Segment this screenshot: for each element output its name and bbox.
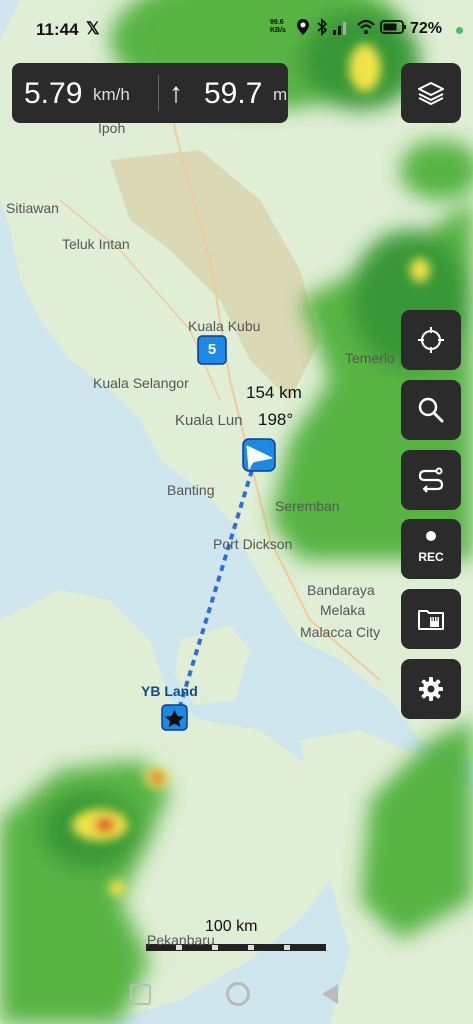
layers-icon [418,82,444,105]
map-view[interactable] [0,0,473,1024]
battery-level: 72% [410,20,443,37]
place-label: Kuala Lun [175,412,243,429]
cluster-count[interactable]: 5 [198,341,226,358]
wifi-icon [357,19,375,34]
place-label: Sitiawan [6,200,59,216]
place-label: Malacca City [300,624,381,640]
location-icon [297,19,309,35]
place-label: Melaka [320,602,366,618]
net-speed: 99.6 KB/s [270,19,286,35]
x-logo-icon: 𝕏 [86,19,100,38]
route-button[interactable] [401,450,461,510]
layers-button[interactable] [401,63,461,123]
bearing-label: 198° [258,410,294,429]
recents-icon[interactable] [130,984,151,1005]
files-button[interactable] [401,589,461,649]
place-label: Port Dickson [213,536,293,552]
poi-label[interactable]: YB Land [141,683,198,699]
place-label: Teluk Intan [62,236,130,252]
distance-label: 154 km [246,383,302,402]
back-icon[interactable] [322,984,338,1004]
speed-altitude-panel[interactable]: 5.79 km/h ↑ 59.7 m [12,63,288,123]
search-button[interactable] [401,380,461,440]
active-dot [456,27,463,34]
record-label: REC [418,550,444,564]
status-time: 11:44 [36,20,79,39]
signal-icon [333,22,346,35]
place-label: Kuala Selangor [93,375,189,391]
gear-icon [419,677,443,701]
search-icon [418,397,444,423]
speed-unit: km/h [93,85,130,104]
place-label: Bandaraya [307,582,375,598]
record-button[interactable]: REC [401,519,461,579]
net-speed-value: 99.6 [270,19,284,26]
route-icon [418,467,444,493]
battery-icon [380,20,406,34]
altitude-value: 59.7 [204,77,263,110]
settings-button[interactable] [401,659,461,719]
record-dot-icon [426,531,436,541]
arrow-up-icon: ↑ [169,77,183,108]
sd-card-folder-icon [418,610,444,630]
crosshair-icon [418,327,444,353]
home-icon[interactable] [226,982,250,1006]
status-bar: 11:44 𝕏 99.6 KB/s 72% [0,0,473,56]
speed-value: 5.79 [24,77,83,110]
panel-divider [158,75,159,111]
altitude-unit: m [273,85,288,104]
bluetooth-icon [317,18,328,36]
navigation-arrow-icon [242,438,276,472]
net-speed-unit: KB/s [270,27,286,34]
place-label: Banting [167,482,215,498]
star-icon [161,704,188,731]
place-label: Seremban [275,498,340,514]
scale-label: 100 km [205,918,258,935]
place-label: Temerlo [345,350,395,366]
place-label: Kuala Kubu [188,318,261,334]
locate-button[interactable] [401,310,461,370]
